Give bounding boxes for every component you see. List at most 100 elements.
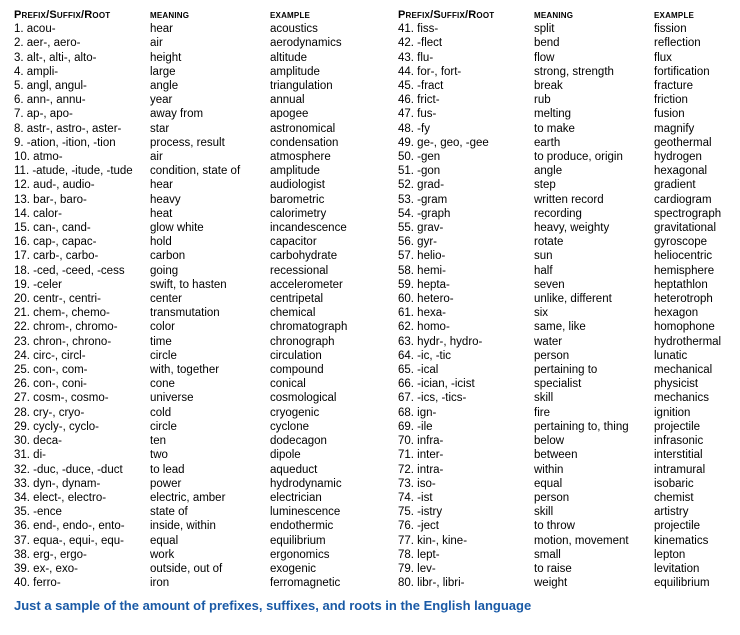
table-row: 9. -ation, -ition, -tionprocess, resultc…	[14, 136, 380, 150]
cell-meaning: center	[150, 292, 270, 306]
table-row: 28. cry-, cryo-coldcryogenic	[14, 406, 380, 420]
cell-example: chemical	[270, 306, 380, 320]
table-header: Prefix/Suffix/Rootmeaningexample	[398, 8, 740, 22]
cell-prefix: 5. angl, angul-	[14, 79, 150, 93]
table-row: 74. -istpersonchemist	[398, 491, 740, 505]
cell-prefix: 37. equa-, equi-, equ-	[14, 534, 150, 548]
cell-prefix: 49. ge-, geo, -gee	[398, 136, 534, 150]
table-row: 33. dyn-, dynam-powerhydrodynamic	[14, 477, 380, 491]
cell-prefix: 68. ign-	[398, 406, 534, 420]
table-row: 69. -ilepertaining to, thingprojectile	[398, 420, 740, 434]
cell-example: gradient	[654, 178, 740, 192]
cell-prefix: 67. -ics, -tics-	[398, 391, 534, 405]
table-row: 50. -gento produce, originhydrogen	[398, 150, 740, 164]
cell-prefix: 34. elect-, electro-	[14, 491, 150, 505]
cell-prefix: 32. -duc, -duce, -duct	[14, 463, 150, 477]
cell-prefix: 36. end-, endo-, ento-	[14, 519, 150, 533]
cell-meaning: recording	[534, 207, 654, 221]
cell-meaning: equal	[534, 477, 654, 491]
cell-prefix: 3. alt-, alti-, alto-	[14, 51, 150, 65]
cell-meaning: within	[534, 463, 654, 477]
caption: Just a sample of the amount of prefixes,…	[14, 598, 726, 613]
cell-prefix: 19. -celer	[14, 278, 150, 292]
table-row: 24. circ-, circl-circlecirculation	[14, 349, 380, 363]
table-row: 78. lept-smalllepton	[398, 548, 740, 562]
cell-meaning: star	[150, 122, 270, 136]
cell-meaning: state of	[150, 505, 270, 519]
cell-prefix: 54. -graph	[398, 207, 534, 221]
cell-example: incandescence	[270, 221, 380, 235]
cell-prefix: 59. hepta-	[398, 278, 534, 292]
cell-example: luminescence	[270, 505, 380, 519]
cell-example: friction	[654, 93, 740, 107]
cell-example: barometric	[270, 193, 380, 207]
cell-meaning: earth	[534, 136, 654, 150]
cell-example: artistry	[654, 505, 740, 519]
cell-prefix: 79. lev-	[398, 562, 534, 576]
cell-prefix: 40. ferro-	[14, 576, 150, 590]
cell-example: intramural	[654, 463, 740, 477]
table-row: 48. -fyto makemagnify	[398, 122, 740, 136]
cell-prefix: 51. -gon	[398, 164, 534, 178]
cell-example: ergonomics	[270, 548, 380, 562]
cell-example: hydrogen	[654, 150, 740, 164]
cell-example: conical	[270, 377, 380, 391]
cell-meaning: pertaining to	[534, 363, 654, 377]
cell-meaning: seven	[534, 278, 654, 292]
cell-example: gyroscope	[654, 235, 740, 249]
cell-prefix: 22. chrom-, chromo-	[14, 320, 150, 334]
table-row: 66. -ician, -icistspecialistphysicist	[398, 377, 740, 391]
cell-prefix: 44. for-, fort-	[398, 65, 534, 79]
cell-example: chemist	[654, 491, 740, 505]
cell-meaning: ten	[150, 434, 270, 448]
cell-meaning: small	[534, 548, 654, 562]
table-row: 26. con-, coni-coneconical	[14, 377, 380, 391]
table-row: 73. iso-equalisobaric	[398, 477, 740, 491]
cell-meaning: skill	[534, 505, 654, 519]
cell-meaning: split	[534, 22, 654, 36]
cell-example: gravitational	[654, 221, 740, 235]
cell-prefix: 64. -ic, -tic	[398, 349, 534, 363]
table-row: 12. aud-, audio-hearaudiologist	[14, 178, 380, 192]
table-row: 45. -fractbreakfracture	[398, 79, 740, 93]
table-row: 80. libr-, libri-weightequilibrium	[398, 576, 740, 590]
cell-prefix: 30. deca-	[14, 434, 150, 448]
cell-prefix: 65. -ical	[398, 363, 534, 377]
cell-prefix: 74. -ist	[398, 491, 534, 505]
cell-prefix: 73. iso-	[398, 477, 534, 491]
header-prefix: Prefix/Suffix/Root	[14, 8, 150, 22]
cell-meaning: sun	[534, 249, 654, 263]
cell-example: heliocentric	[654, 249, 740, 263]
cell-example: heterotroph	[654, 292, 740, 306]
table-row: 29. cycly-, cyclo-circlecyclone	[14, 420, 380, 434]
cell-meaning: step	[534, 178, 654, 192]
table-row: 2. aer-, aero-airaerodynamics	[14, 36, 380, 50]
table-row: 46. frict-rubfriction	[398, 93, 740, 107]
cell-prefix: 55. grav-	[398, 221, 534, 235]
cell-example: equilibrium	[654, 576, 740, 590]
cell-example: chronograph	[270, 335, 380, 349]
cell-example: lepton	[654, 548, 740, 562]
cell-example: apogee	[270, 107, 380, 121]
cell-prefix: 26. con-, coni-	[14, 377, 150, 391]
cell-prefix: 60. hetero-	[398, 292, 534, 306]
cell-meaning: air	[150, 36, 270, 50]
cell-meaning: going	[150, 264, 270, 278]
cell-meaning: electric, amber	[150, 491, 270, 505]
cell-meaning: pertaining to, thing	[534, 420, 654, 434]
table-row: 19. -celerswift, to hastenaccelerometer	[14, 278, 380, 292]
table-row: 43. flu-flowflux	[398, 51, 740, 65]
cell-meaning: melting	[534, 107, 654, 121]
cell-meaning: six	[534, 306, 654, 320]
cell-example: acoustics	[270, 22, 380, 36]
header-example: example	[654, 8, 740, 22]
table-row: 58. hemi-halfhemisphere	[398, 264, 740, 278]
cell-example: chromatograph	[270, 320, 380, 334]
table-row: 54. -graphrecordingspectrograph	[398, 207, 740, 221]
cell-prefix: 27. cosm-, cosmo-	[14, 391, 150, 405]
cell-meaning: angle	[534, 164, 654, 178]
cell-meaning: with, together	[150, 363, 270, 377]
cell-prefix: 61. hexa-	[398, 306, 534, 320]
table-row: 13. bar-, baro-heavybarometric	[14, 193, 380, 207]
table-row: 1. acou-hearacoustics	[14, 22, 380, 36]
